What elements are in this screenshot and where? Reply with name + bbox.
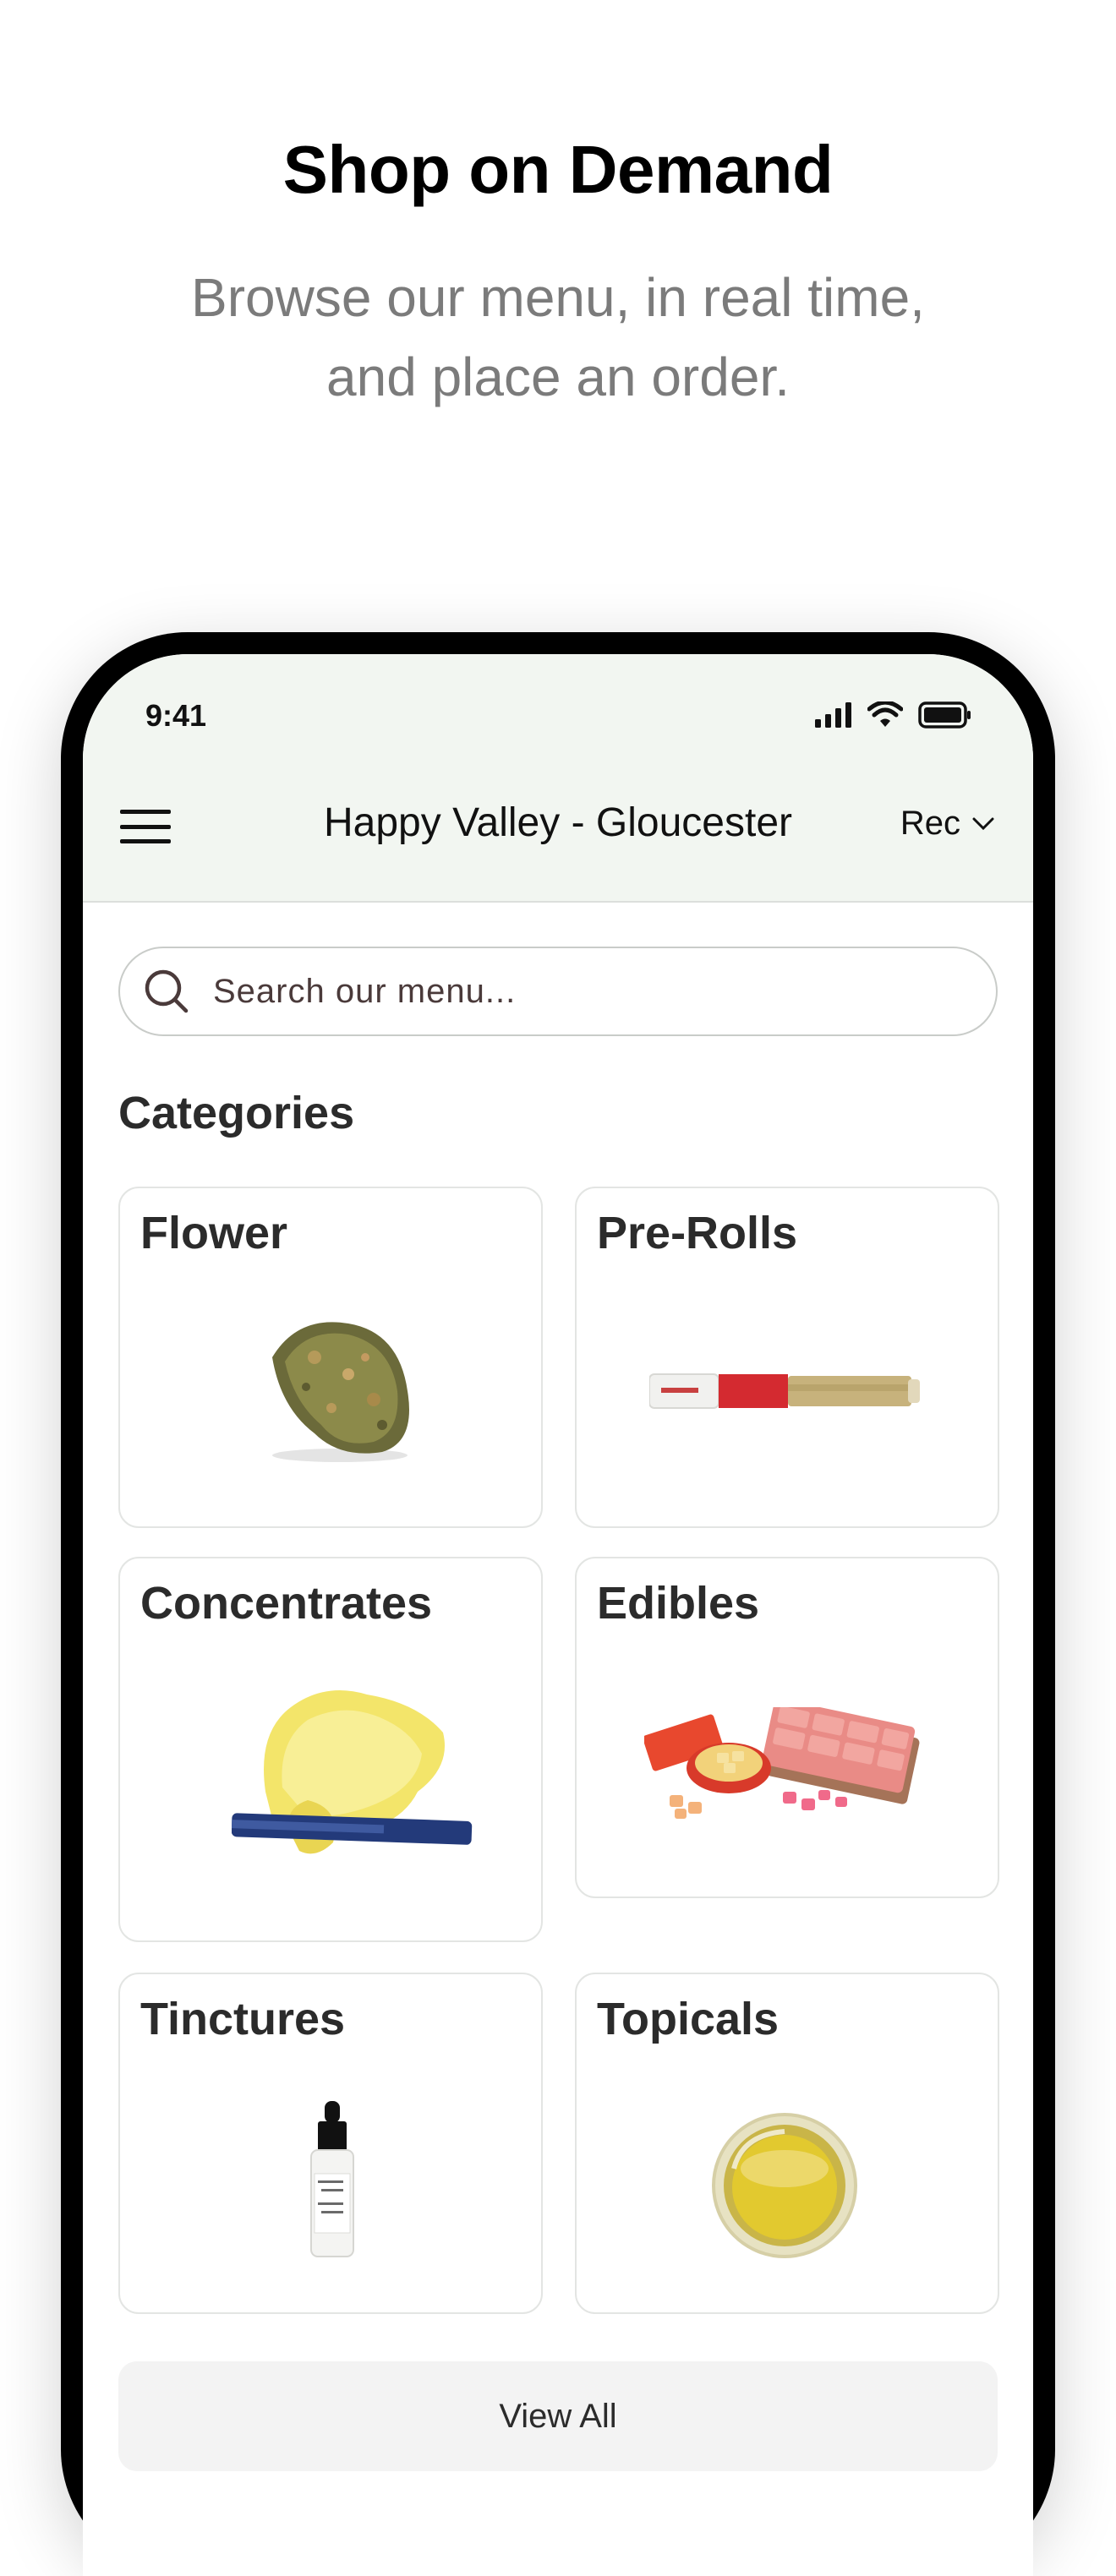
battery-icon: [918, 701, 971, 729]
categories-heading: Categories: [118, 1088, 355, 1138]
hero-subtitle-line-2: and place an order.: [326, 347, 790, 407]
tincture-bottle-image: [310, 2101, 354, 2257]
category-card-topicals[interactable]: Topicals: [575, 1973, 999, 2314]
edibles-image: [644, 1707, 920, 1819]
category-label: Tinctures: [140, 1994, 346, 2044]
hero-title: Shop on Demand: [282, 132, 834, 207]
concentrate-wax-image: [232, 1690, 473, 1854]
category-card-tinctures[interactable]: Tinctures: [118, 1973, 543, 2314]
pre-roll-image: [649, 1373, 920, 1409]
phone-frame: 9:41 Happy Valley - Gloucester Rec Searc…: [61, 632, 1055, 2576]
store-name[interactable]: Happy Valley - Gloucester: [83, 800, 1033, 846]
phone-screen: 9:41 Happy Valley - Gloucester Rec Searc…: [83, 654, 1033, 2576]
category-card-flower[interactable]: Flower: [118, 1187, 543, 1528]
status-time: 9:41: [145, 698, 207, 733]
chevron-down-icon: [972, 817, 994, 830]
search-bar[interactable]: [118, 947, 998, 1036]
category-card-pre-rolls[interactable]: Pre-Rolls: [575, 1187, 999, 1528]
hero-subtitle-line-1: Browse our menu, in real time,: [191, 267, 925, 328]
category-card-concentrates[interactable]: Concentrates: [118, 1557, 543, 1942]
search-input[interactable]: [211, 971, 891, 1012]
hero-subtitle: Browse our menu, in real time, and place…: [135, 258, 981, 417]
topical-jar-image: [712, 2113, 857, 2258]
app-header: 9:41 Happy Valley - Gloucester Rec: [83, 654, 1033, 903]
category-label: Topicals: [597, 1994, 780, 2044]
category-label: Concentrates: [140, 1578, 433, 1629]
category-label: Edibles: [597, 1578, 760, 1629]
view-all-button[interactable]: View All: [118, 2361, 998, 2471]
mode-select[interactable]: Rec: [900, 805, 994, 843]
category-card-edibles[interactable]: Edibles: [575, 1557, 999, 1898]
search-icon: [145, 969, 189, 1013]
category-label: Pre-Rolls: [597, 1208, 798, 1258]
mode-select-value: Rec: [900, 805, 960, 842]
cannabis-bud-image: [272, 1322, 409, 1462]
category-label: Flower: [140, 1208, 288, 1258]
status-icons: [815, 701, 972, 729]
signal-icon: [815, 702, 851, 728]
wifi-icon: [867, 701, 903, 727]
